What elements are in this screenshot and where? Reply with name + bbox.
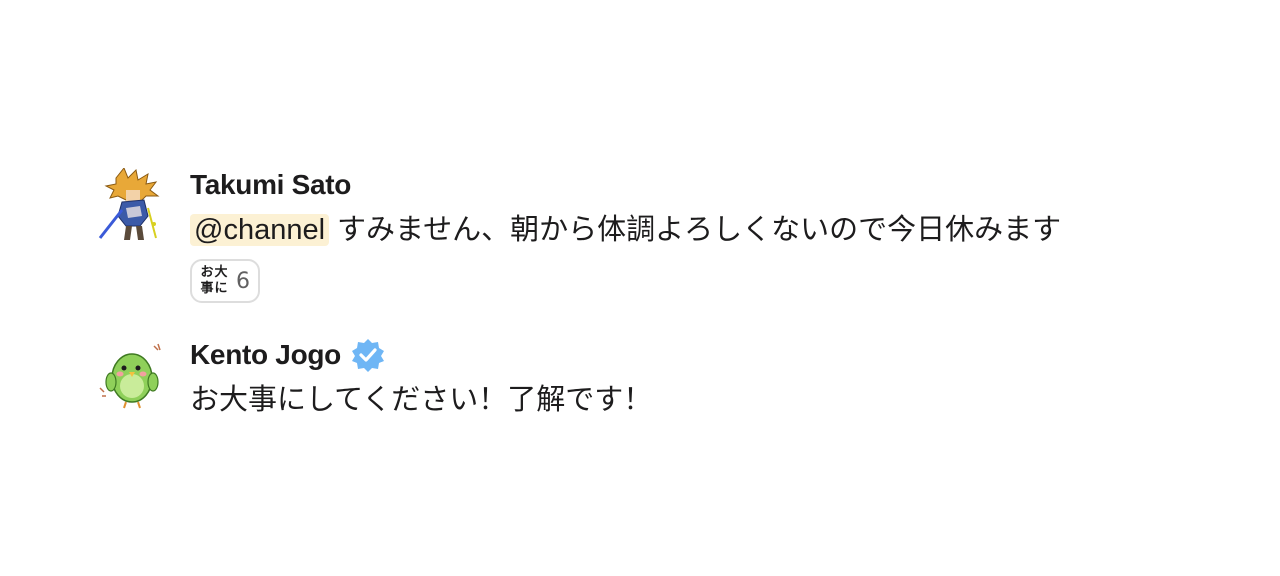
emoji-char: 事 [200,281,214,296]
reaction-count: 6 [236,268,250,294]
verified-badge-icon [351,338,385,372]
message-takumi: Takumi Sato @channel すみません、朝から体調よろしくないので今… [96,168,1061,303]
green-bird-avatar-icon [99,343,161,409]
emoji-char: 大 [214,265,228,280]
username-kento[interactable]: Kento Jogo [190,339,341,371]
message-kento: Kento Jogo お大事にしてください！了解です！ [96,338,652,422]
username-takumi[interactable]: Takumi Sato [190,169,351,201]
anime-warrior-avatar-icon [98,168,160,240]
avatar-kento[interactable] [96,338,162,412]
channel-mention[interactable]: @channel [190,214,330,246]
emoji-char: に [214,281,228,296]
avatar-takumi[interactable] [96,168,162,242]
message-body: お大事にしてください！了解です！ [190,382,653,416]
emoji-char: お [200,265,214,280]
reaction-odaijini[interactable]: お 大 事 に 6 [190,259,260,303]
odaijini-custom-emoji-icon: お 大 事 に [200,265,228,297]
message-body: すみません、朝から体調よろしくないので今日休みます [337,212,1062,246]
message-text: @channel すみません、朝から体調よろしくないので今日休みます [190,206,1061,253]
